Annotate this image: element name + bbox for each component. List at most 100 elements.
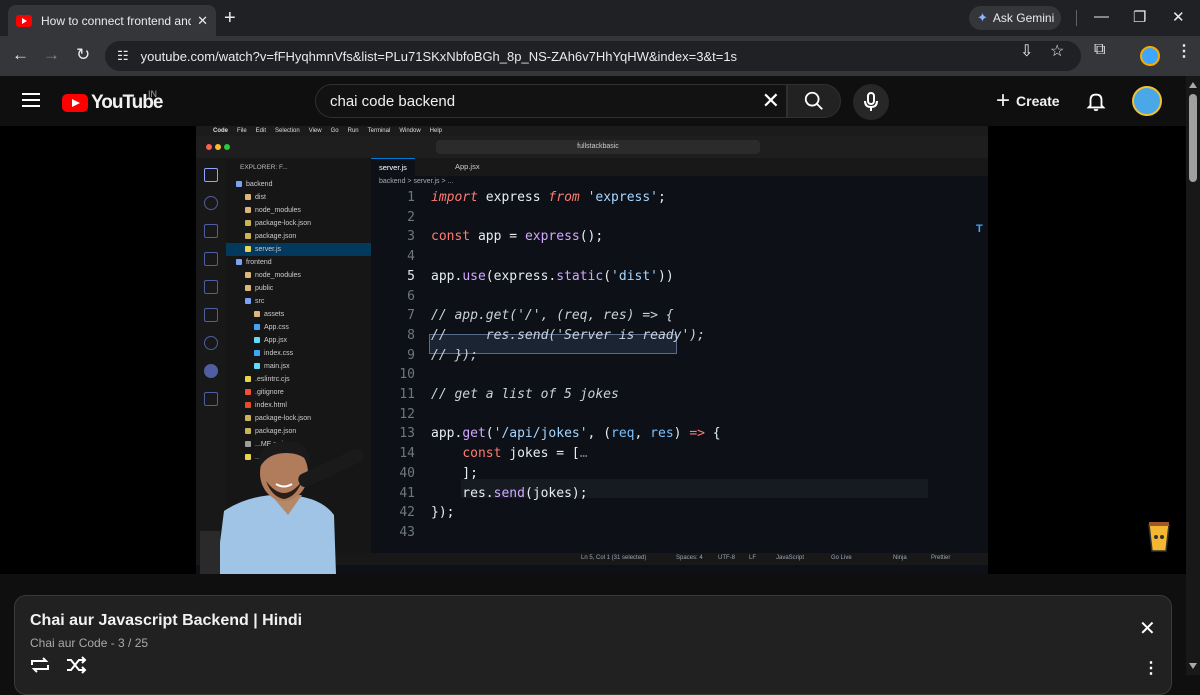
- minimize-icon[interactable]: —: [1094, 8, 1109, 25]
- shuffle-icon[interactable]: [65, 656, 87, 674]
- line-number: 1: [407, 190, 415, 205]
- scroll-thumb[interactable]: [1189, 94, 1197, 182]
- file-tree-item: public: [226, 282, 371, 295]
- user-avatar[interactable]: [1132, 86, 1162, 116]
- search-icon: [204, 196, 218, 210]
- playlist-more-icon[interactable]: ⋮: [1143, 658, 1159, 678]
- create-label: Create: [1016, 93, 1060, 109]
- chai-cup-watermark-icon: [1148, 522, 1170, 552]
- explorer-icon: [204, 168, 218, 182]
- address-bar[interactable]: ☷ youtube.com/watch?v=fFHyqhmnVfs&list=P…: [105, 41, 1081, 71]
- editor-breadcrumb: backend > server.js > ...: [379, 178, 454, 185]
- search-box[interactable]: ✕: [315, 84, 787, 118]
- playlist-close-icon[interactable]: ✕: [1139, 616, 1156, 641]
- browser-tab[interactable]: How to connect frontend and b ✕: [8, 5, 216, 36]
- file-tree-item: index.html: [226, 399, 371, 412]
- code-line: 40 ];: [371, 466, 971, 486]
- file-tree-item: .eslintrc.cjs: [226, 373, 371, 386]
- line-number: 9: [407, 347, 415, 363]
- code-line: 13 app.get('/api/jokes', (req, res) => {: [371, 426, 971, 446]
- bookmark-star-icon[interactable]: ☆: [1050, 41, 1064, 61]
- file-tree-item: main.jsx: [226, 360, 371, 373]
- browser-menu-icon[interactable]: ⋮: [1176, 41, 1192, 61]
- new-tab-button[interactable]: +: [224, 7, 236, 30]
- file-tree-item: backend: [226, 178, 371, 191]
- playlist-title[interactable]: Chai aur Javascript Backend | Hindi: [30, 612, 302, 630]
- live-share-icon: [204, 364, 218, 378]
- browser-tab-strip: How to connect frontend and b ✕ + ✦ Ask …: [0, 0, 1200, 36]
- window-controls-divider: [1076, 10, 1077, 26]
- file-icon: [254, 350, 260, 357]
- loop-playlist-icon[interactable]: [29, 656, 51, 674]
- line-number: 8: [407, 327, 415, 343]
- editor-tab-app-jsx: App.jsx: [455, 162, 480, 171]
- gemini-sparkle-icon: ✦: [977, 10, 988, 25]
- reload-icon[interactable]: ↻: [76, 45, 90, 65]
- editor-tabs: server.js App.jsx: [371, 158, 988, 176]
- status-eol: LF: [749, 555, 757, 561]
- run-debug-icon: [204, 252, 218, 266]
- line-number: 4: [407, 249, 415, 265]
- microphone-icon: [864, 92, 878, 111]
- file-tree-label: backend: [246, 181, 273, 188]
- hamburger-menu-icon[interactable]: [22, 93, 40, 107]
- url-text: youtube.com/watch?v=fFHyqhmnVfs&list=PLu…: [140, 48, 738, 64]
- search-input[interactable]: [330, 92, 750, 110]
- search-button[interactable]: [787, 84, 841, 118]
- menubar-item: Help: [429, 128, 443, 134]
- video-player[interactable]: Code File Edit Selection View Go Run Ter…: [0, 126, 1186, 574]
- install-app-icon[interactable]: ⇩: [1020, 41, 1033, 61]
- notifications-bell-icon[interactable]: [1085, 90, 1107, 112]
- folder-icon: [245, 272, 251, 279]
- region-code: IN: [148, 89, 157, 99]
- youtube-favicon-icon: [16, 14, 32, 27]
- status-language: JavaScript: [776, 555, 805, 561]
- code-line: 41 res.send(jokes);: [371, 486, 971, 506]
- command-center: fullstackbasic: [436, 140, 760, 154]
- file-tree-item: package.json: [226, 230, 371, 243]
- line-number: 5: [407, 268, 415, 284]
- code-line: 2: [371, 210, 971, 230]
- plus-icon: +: [996, 87, 1011, 114]
- browser-profile-avatar[interactable]: [1140, 46, 1160, 66]
- tab-close-icon[interactable]: ✕: [197, 13, 208, 29]
- restore-icon[interactable]: ❐: [1133, 8, 1146, 26]
- file-icon: [254, 363, 260, 370]
- ask-gemini-button[interactable]: ✦ Ask Gemini: [969, 6, 1061, 30]
- scroll-down-arrow-icon[interactable]: [1189, 663, 1197, 669]
- voice-search-button[interactable]: [853, 84, 889, 120]
- search-icon: [804, 91, 823, 110]
- browser-toolbar: ← → ↻ ☷ youtube.com/watch?v=fFHyqhmnVfs&…: [0, 36, 1200, 76]
- back-arrow-icon[interactable]: ←: [12, 45, 29, 65]
- line-number: 6: [407, 288, 415, 304]
- file-icon: [245, 415, 251, 422]
- forward-arrow-icon[interactable]: →: [43, 45, 60, 65]
- scroll-up-arrow-icon[interactable]: [1189, 82, 1197, 88]
- clear-search-icon[interactable]: ✕: [762, 88, 780, 114]
- code-line: 7// app.get('/', (req, res) => {: [371, 308, 971, 328]
- source-control-icon: [204, 224, 218, 238]
- line-number: 42: [399, 505, 415, 521]
- youtube-play-icon: [62, 94, 88, 112]
- file-tree-item: index.css: [226, 347, 371, 360]
- file-icon: [245, 402, 251, 409]
- folder-icon: [236, 259, 242, 266]
- file-tree-label: dist: [255, 194, 266, 201]
- folder-icon: [245, 194, 251, 201]
- file-tree-item: .gitignore: [226, 386, 371, 399]
- file-tree-label: index.html: [255, 402, 287, 409]
- status-ninja: Ninja: [893, 555, 907, 561]
- side-panel-icon[interactable]: ⧉: [1094, 41, 1105, 59]
- playlist-channel-position[interactable]: Chai aur Code - 3 / 25: [30, 636, 148, 650]
- close-window-icon[interactable]: ✕: [1172, 8, 1185, 26]
- page-scrollbar[interactable]: [1186, 76, 1200, 675]
- docker-icon: [204, 336, 218, 350]
- site-info-icon[interactable]: ☷: [117, 48, 129, 64]
- remote-explorer-icon: [204, 308, 218, 322]
- file-tree-item: package-lock.json: [226, 412, 371, 425]
- ask-gemini-label: Ask Gemini: [992, 11, 1055, 25]
- file-tree-label: package-lock.json: [255, 220, 312, 227]
- line-number: 12: [399, 406, 415, 422]
- file-icon: [245, 233, 251, 240]
- create-button[interactable]: + Create: [990, 84, 1066, 118]
